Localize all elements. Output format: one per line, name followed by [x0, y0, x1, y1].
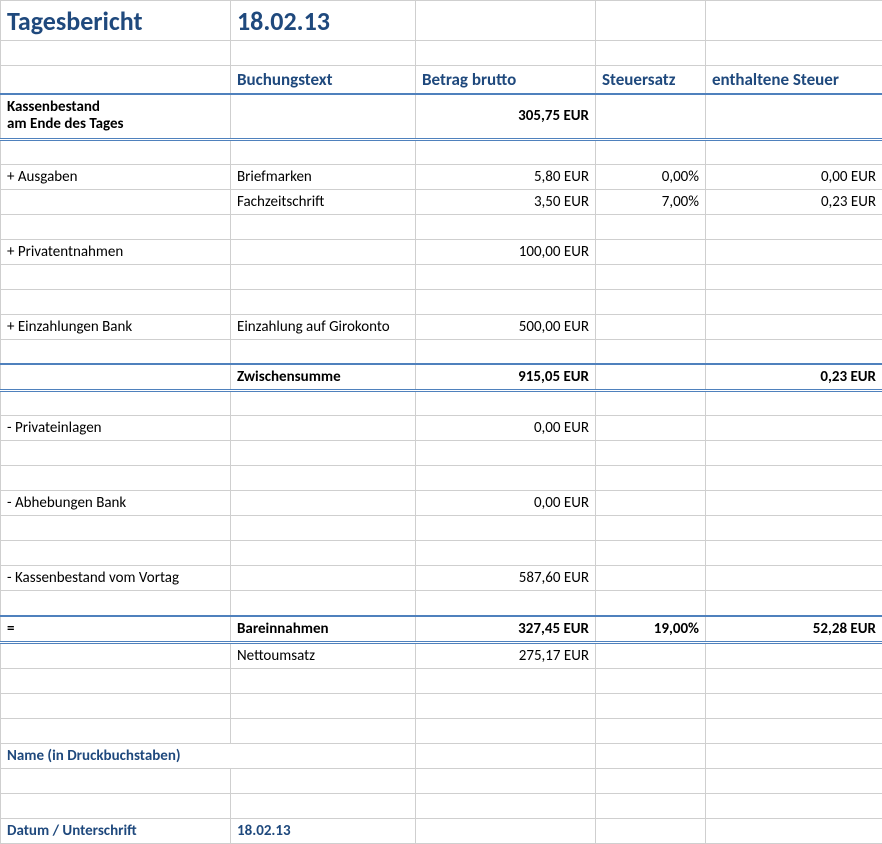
kassenbestand-label: Kassenbestand am Ende des Tages — [1, 94, 231, 139]
zwischensumme-label: Zwischensumme — [231, 364, 416, 391]
zwischensumme-row: Zwischensumme 915,05 EUR 0,23 EUR — [1, 364, 882, 391]
ausgaben-text-1: Fachzeitschrift — [231, 189, 416, 214]
privatentnahmen-betrag: 100,00 EUR — [416, 239, 596, 264]
report-title: Tagesbericht — [1, 1, 231, 41]
vortag-label: - Kassenbestand vom Vortag — [1, 566, 231, 591]
ausgaben-row-1: + Ausgaben Briefmarken 5,80 EUR 0,00% 0,… — [1, 164, 882, 189]
col-buchungstext: Buchungstext — [231, 66, 416, 95]
ausgaben-label: + Ausgaben — [1, 164, 231, 189]
einzahlungen-row: + Einzahlungen Bank Einzahlung auf Girok… — [1, 314, 882, 339]
ausgaben-betrag-0: 5,80 EUR — [416, 164, 596, 189]
header-row: Buchungstext Betrag brutto Steuersatz en… — [1, 66, 882, 95]
privateinlagen-row: - Privateinlagen 0,00 EUR — [1, 416, 882, 441]
col-steuersatz: Steuersatz — [596, 66, 706, 95]
ausgaben-steuer-1: 0,23 EUR — [706, 189, 882, 214]
bareinnahmen-betrag: 327,45 EUR — [416, 616, 596, 643]
privateinlagen-label: - Privateinlagen — [1, 416, 231, 441]
ausgaben-satz-1: 7,00% — [596, 189, 706, 214]
ausgaben-text-0: Briefmarken — [231, 164, 416, 189]
einzahlungen-betrag: 500,00 EUR — [416, 314, 596, 339]
title-row: Tagesbericht 18.02.13 — [1, 1, 882, 41]
bareinnahmen-satz: 19,00% — [596, 616, 706, 643]
zwischensumme-betrag: 915,05 EUR — [416, 364, 596, 391]
ausgaben-steuer-0: 0,00 EUR — [706, 164, 882, 189]
netto-betrag: 275,17 EUR — [416, 642, 596, 668]
report-date: 18.02.13 — [231, 1, 416, 41]
ausgaben-betrag-1: 3,50 EUR — [416, 189, 596, 214]
eq-sign: = — [1, 616, 231, 643]
daily-report-table: Tagesbericht 18.02.13 Buchungstext Betra… — [0, 0, 882, 844]
name-row: Name (in Druckbuchstaben) — [1, 743, 882, 768]
bareinnahmen-row: = Bareinnahmen 327,45 EUR 19,00% 52,28 E… — [1, 616, 882, 643]
netto-row: Nettoumsatz 275,17 EUR — [1, 642, 882, 668]
vortag-betrag: 587,60 EUR — [416, 566, 596, 591]
einzahlungen-label: + Einzahlungen Bank — [1, 314, 231, 339]
privatentnahmen-label: + Privatentnahmen — [1, 239, 231, 264]
einzahlungen-text: Einzahlung auf Girokonto — [231, 314, 416, 339]
abhebungen-betrag: 0,00 EUR — [416, 491, 596, 516]
col-steuer: enthaltene Steuer — [706, 66, 882, 95]
bareinnahmen-steuer: 52,28 EUR — [706, 616, 882, 643]
zwischensumme-steuer: 0,23 EUR — [706, 364, 882, 391]
privateinlagen-betrag: 0,00 EUR — [416, 416, 596, 441]
name-label: Name (in Druckbuchstaben) — [1, 743, 416, 768]
netto-label: Nettoumsatz — [231, 642, 416, 668]
kassenbestand-betrag: 305,75 EUR — [416, 94, 596, 139]
privatentnahmen-row: + Privatentnahmen 100,00 EUR — [1, 239, 882, 264]
abhebungen-label: - Abhebungen Bank — [1, 491, 231, 516]
bareinnahmen-label: Bareinnahmen — [231, 616, 416, 643]
ausgaben-row-2: Fachzeitschrift 3,50 EUR 7,00% 0,23 EUR — [1, 189, 882, 214]
col-betrag: Betrag brutto — [416, 66, 596, 95]
ausgaben-satz-0: 0,00% — [596, 164, 706, 189]
abhebungen-row: - Abhebungen Bank 0,00 EUR — [1, 491, 882, 516]
vortag-row: - Kassenbestand vom Vortag 587,60 EUR — [1, 566, 882, 591]
